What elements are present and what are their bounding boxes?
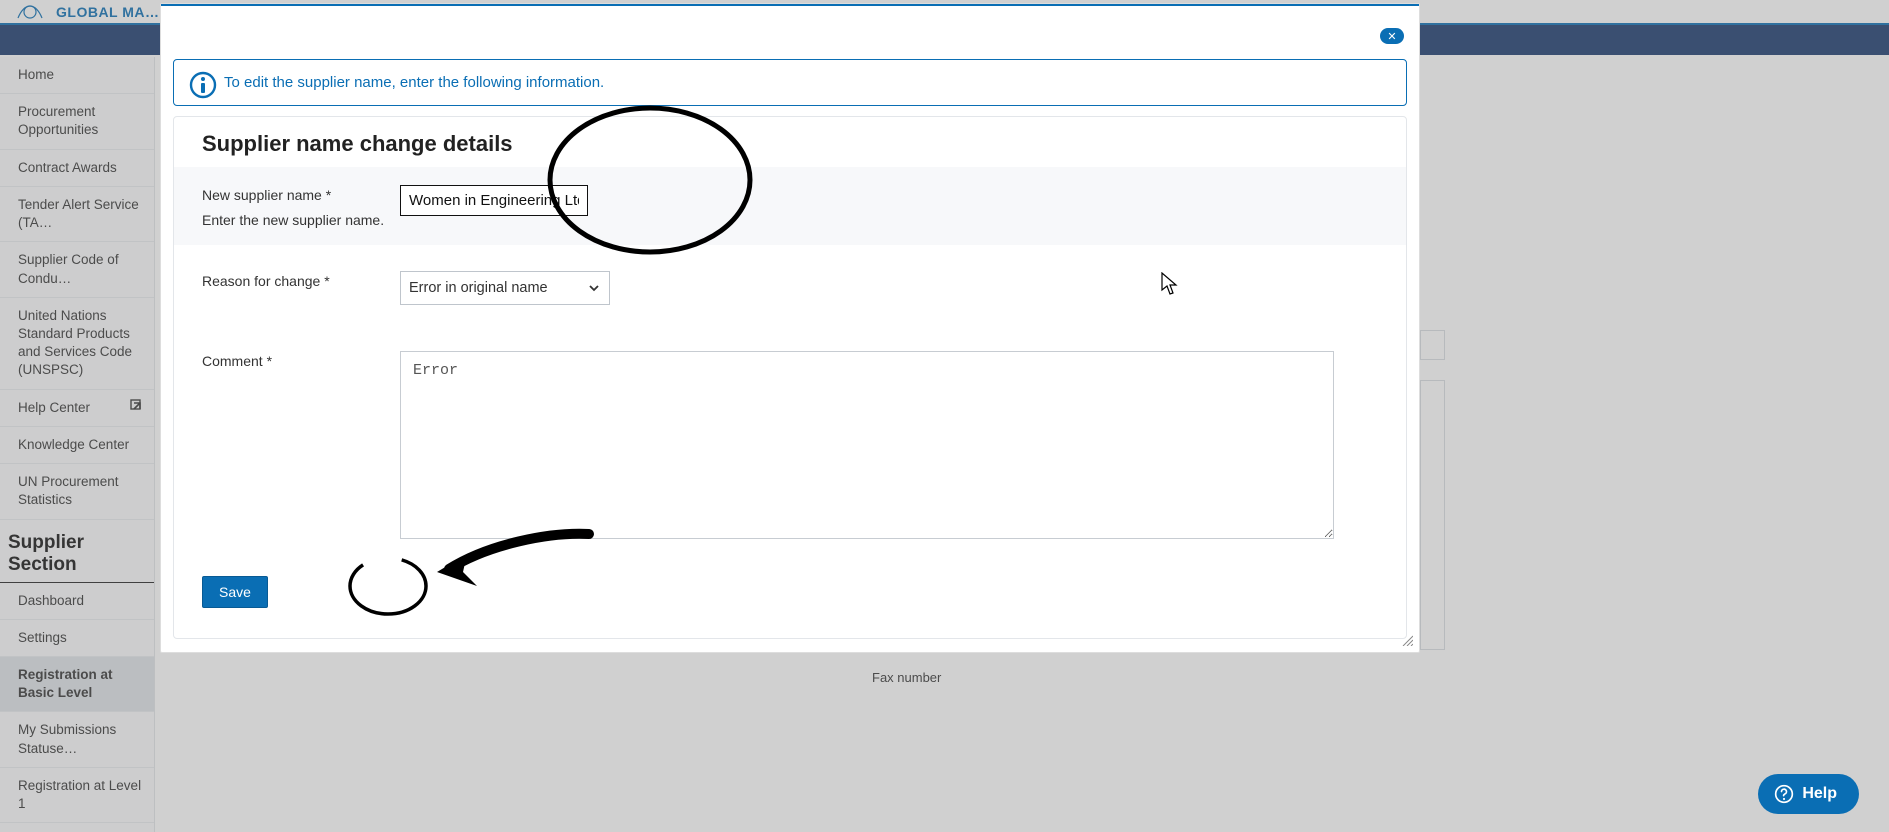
bg-field <box>1420 330 1445 360</box>
supplier-name-change-modal: ✕ To edit the supplier name, enter the f… <box>160 3 1420 653</box>
sidebar-item[interactable]: Help Center <box>0 390 154 427</box>
sidebar-item[interactable]: United Nations Standard Products and Ser… <box>0 298 154 390</box>
close-button[interactable]: ✕ <box>1380 28 1404 44</box>
modal-header: ✕ <box>161 4 1419 59</box>
sidebar-item[interactable]: Settings <box>0 620 154 657</box>
info-banner: To edit the supplier name, enter the fol… <box>173 59 1407 106</box>
sidebar-item[interactable]: Supplier Code of Condu… <box>0 242 154 297</box>
sidebar-item[interactable]: Tender Alert Service (TA… <box>0 187 154 242</box>
sidebar-section-title: Supplier Section <box>0 520 154 583</box>
help-icon <box>1774 784 1794 804</box>
reason-select[interactable]: Error in original name <box>400 271 610 305</box>
resize-grip-icon[interactable] <box>1401 634 1413 646</box>
un-wreath-icon <box>12 0 48 24</box>
row-comment: Comment * <box>174 343 1406 552</box>
form-title: Supplier name change details <box>174 117 1406 157</box>
help-widget[interactable]: Help <box>1758 774 1859 814</box>
external-link-icon <box>130 399 144 413</box>
form-box: Supplier name change details New supplie… <box>173 116 1407 639</box>
sidebar-item[interactable]: Procurement Opportunities <box>0 94 154 149</box>
info-icon <box>188 70 218 100</box>
new-name-label: New supplier name * <box>202 185 400 206</box>
close-icon: ✕ <box>1387 30 1396 43</box>
new-supplier-name-input[interactable] <box>400 185 588 216</box>
sidebar: HomeProcurement OpportunitiesContract Aw… <box>0 57 155 832</box>
row-new-name: New supplier name * Enter the new suppli… <box>174 167 1406 245</box>
sidebar-item[interactable]: Contract Awards <box>0 150 154 187</box>
row-reason: Reason for change * Error in original na… <box>174 263 1406 313</box>
info-text: To edit the supplier name, enter the fol… <box>224 74 604 91</box>
save-button[interactable]: Save <box>202 576 268 608</box>
chevron-down-icon <box>587 281 601 295</box>
sidebar-item[interactable]: My Submissions Statuse… <box>0 712 154 767</box>
sidebar-item[interactable]: Home <box>0 57 154 94</box>
comment-textarea[interactable] <box>400 351 1334 539</box>
sidebar-item[interactable]: UN Procurement Statistics <box>0 464 154 519</box>
new-name-hint: Enter the new supplier name. <box>202 210 400 231</box>
sidebar-item[interactable]: Registration at Level 1 <box>0 768 154 823</box>
brand-text: GLOBAL MA… <box>56 4 160 20</box>
sidebar-item[interactable]: Knowledge Center <box>0 427 154 464</box>
reason-label: Reason for change * <box>202 271 400 292</box>
fax-label: Fax number <box>872 670 941 685</box>
sidebar-item[interactable]: Registration at Basic Level <box>0 657 154 712</box>
sidebar-item[interactable]: Dashboard <box>0 583 154 620</box>
comment-label: Comment * <box>202 351 400 372</box>
bg-panel <box>1420 380 1445 650</box>
sidebar-item[interactable]: My Documents <box>0 823 154 832</box>
help-label: Help <box>1802 785 1837 803</box>
reason-select-value: Error in original name <box>409 280 548 296</box>
brand-logo: GLOBAL MA… <box>12 0 160 24</box>
